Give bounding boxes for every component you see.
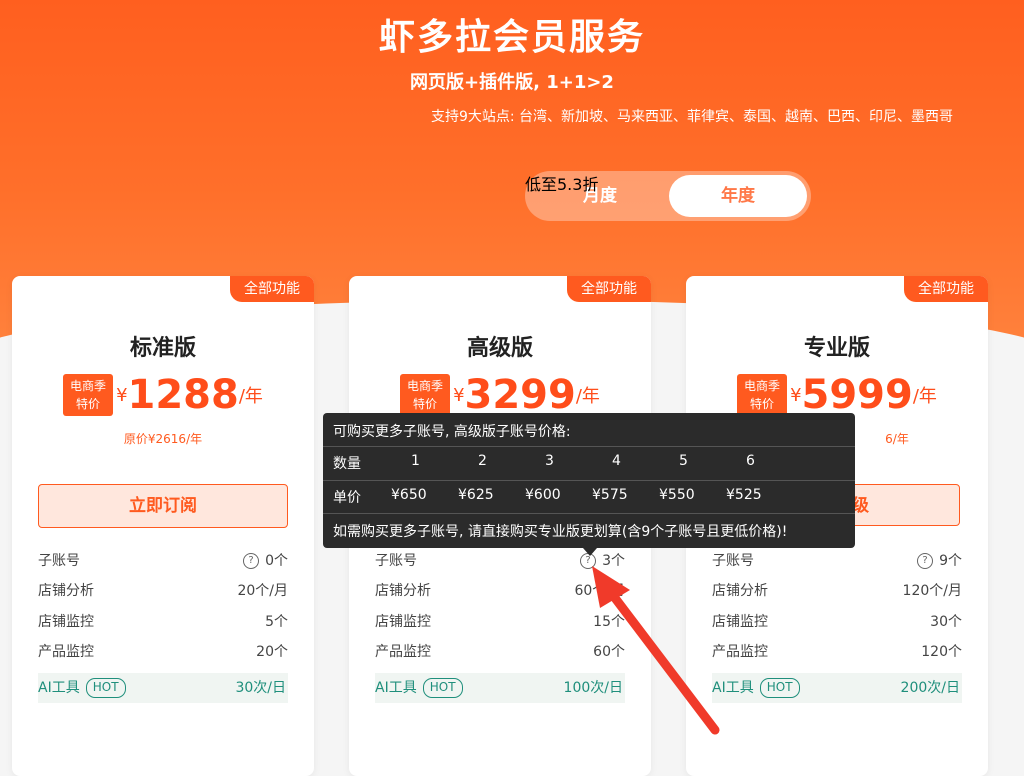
promo-badge: 电商季 特价 (63, 374, 114, 416)
tooltip-pointer (583, 548, 597, 556)
price-currency: ¥ (116, 384, 128, 406)
feature-row-shop-analysis: 店铺分析 60个/月 (375, 583, 625, 599)
hot-tag: HOT (422, 678, 463, 698)
supported-sites: 支持9大站点: 台湾、新加坡、马来西亚、菲律宾、泰国、越南、巴西、印尼、墨西哥 (430, 109, 954, 125)
tooltip-divider (323, 446, 855, 447)
feature-row-subaccounts: 子账号 ? 9个 (712, 553, 962, 569)
plan-price-row: 电商季 特价 ¥3299/年 (349, 372, 651, 418)
plan-card-standard: 全部功能 标准版 电商季 特价 ¥1288/年 原价¥2616/年 立即订阅 子账号… (12, 276, 314, 776)
plan-price: 1288 (127, 372, 239, 418)
feature-row-shop-monitor: 店铺监控 15个 (375, 614, 625, 630)
subscribe-button[interactable]: 立即订阅 (38, 484, 288, 528)
feature-row-product-monitor: 产品监控 60个 (375, 644, 625, 660)
tooltip-heading: 可购买更多子账号, 高级版子账号价格: (333, 424, 571, 440)
promo-badge: 电商季 特价 (737, 374, 788, 416)
subaccount-price-tooltip: 可购买更多子账号, 高级版子账号价格: 数量 1 2 3 4 5 6 单价 ¥6… (323, 413, 855, 556)
promo-badge: 电商季 特价 (400, 374, 451, 416)
price-period: /年 (238, 386, 263, 407)
hot-tag: HOT (759, 678, 800, 698)
feature-row-shop-analysis: 店铺分析 120个/月 (712, 583, 962, 599)
help-icon[interactable]: ? (917, 553, 934, 569)
plan-price: 3299 (464, 372, 576, 418)
plan-name: 标准版 (129, 336, 196, 361)
feature-row-ai-tools: AI工具 HOT 200次/日 (712, 673, 962, 703)
price-currency: ¥ (790, 384, 802, 406)
plan-name: 专业版 (803, 336, 870, 361)
feature-row-product-monitor: 产品监控 20个 (38, 644, 288, 660)
feature-row-product-monitor: 产品监控 120个 (712, 644, 962, 660)
feature-row-shop-monitor: 店铺监控 30个 (712, 614, 962, 630)
page-subtitle: 网页版+插件版, 1+1>2 (410, 72, 614, 93)
hot-tag: HOT (85, 678, 126, 698)
page-title: 虾多拉会员服务 (378, 17, 645, 58)
price-currency: ¥ (453, 384, 465, 406)
price-period: /年 (912, 386, 937, 407)
plan-ribbon: 全部功能 (230, 276, 314, 302)
feature-row-shop-monitor: 店铺监控 5个 (38, 614, 288, 630)
price-period: /年 (575, 386, 600, 407)
feature-row-ai-tools: AI工具 HOT 30次/日 (38, 673, 288, 703)
plan-name: 高级版 (466, 336, 533, 361)
plan-price: 5999 (801, 372, 913, 418)
plan-price-row: 电商季 特价 ¥1288/年 (12, 372, 314, 418)
tooltip-divider (323, 513, 855, 514)
tooltip-divider (323, 480, 855, 481)
discount-badge: 低至5.3折 (525, 171, 811, 221)
feature-row-ai-tools: AI工具 HOT 100次/日 (375, 673, 625, 703)
feature-row-shop-analysis: 店铺分析 20个/月 (38, 583, 288, 599)
tooltip-footer: 如需购买更多子账号, 请直接购买专业版更划算(含9个子账号且更低价格)! (333, 524, 788, 540)
plan-ribbon: 全部功能 (904, 276, 988, 302)
feature-row-subaccounts: 子账号 ? 0个 (38, 553, 288, 569)
original-price: 原价¥2616/年 (123, 432, 203, 446)
help-icon[interactable]: ? (243, 553, 260, 569)
plan-price-row: 电商季 特价 ¥5999/年 (686, 372, 988, 418)
plan-ribbon: 全部功能 (567, 276, 651, 302)
